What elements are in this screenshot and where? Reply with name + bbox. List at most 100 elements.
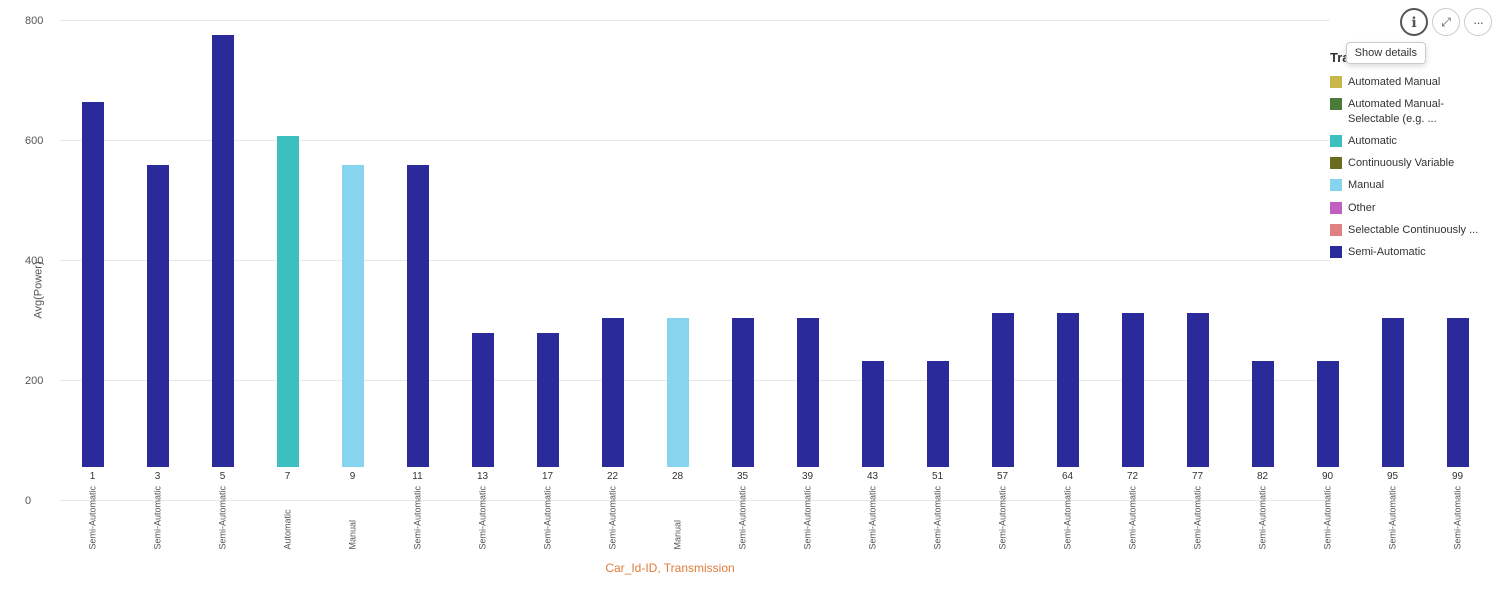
bar[interactable] (667, 318, 689, 467)
bar-id-label: 5 (220, 471, 226, 482)
info-button[interactable]: ℹ ☞ Show details (1400, 8, 1428, 36)
more-button[interactable]: ··· (1464, 8, 1492, 36)
legend-item[interactable]: Selectable Continuously ... (1330, 223, 1490, 237)
bar-id-label: 17 (542, 471, 553, 482)
y-tick-label: 800 (25, 15, 43, 27)
bar-group: 64Semi-Automatic (1035, 20, 1100, 500)
legend: Transmission Automated ManualAutomated M… (1330, 50, 1490, 268)
legend-item[interactable]: Automated Manual (1330, 75, 1490, 89)
bar[interactable] (927, 361, 949, 467)
legend-item-label: Manual (1348, 178, 1384, 192)
legend-item-label: Semi-Automatic (1348, 245, 1426, 259)
bar-group: 51Semi-Automatic (905, 20, 970, 500)
bar[interactable] (992, 313, 1014, 467)
bar[interactable] (147, 165, 169, 467)
bar[interactable] (602, 318, 624, 467)
bar-group: 13Semi-Automatic (450, 20, 515, 500)
bar[interactable] (1447, 318, 1469, 467)
bar[interactable] (212, 35, 234, 467)
bar-transmission-label: Automatic (283, 485, 293, 550)
legend-color-swatch (1330, 76, 1342, 88)
top-icons: ℹ ☞ Show details ⤢ ··· (1400, 8, 1492, 36)
legend-color-swatch (1330, 98, 1342, 110)
bar-id-label: 39 (802, 471, 813, 482)
legend-item[interactable]: Automated Manual- Selectable (e.g. ... (1330, 97, 1490, 126)
bar[interactable] (472, 333, 494, 467)
legend-item-label: Other (1348, 201, 1376, 215)
bar-id-label: 99 (1452, 471, 1463, 482)
bar[interactable] (277, 136, 299, 467)
bar[interactable] (1057, 313, 1079, 467)
bar-group: 57Semi-Automatic (970, 20, 1035, 500)
bar-group: 72Semi-Automatic (1100, 20, 1165, 500)
bar[interactable] (862, 361, 884, 467)
legend-item-label: Selectable Continuously ... (1348, 223, 1478, 237)
legend-color-swatch (1330, 246, 1342, 258)
legend-item-label: Automated Manual (1348, 75, 1440, 89)
legend-item[interactable]: Continuously Variable (1330, 156, 1490, 170)
bar[interactable] (732, 318, 754, 467)
bar[interactable] (537, 333, 559, 467)
bar-transmission-label: Manual (673, 485, 683, 550)
bar-group: 7Automatic (255, 20, 320, 500)
expand-icon: ⤢ (1441, 15, 1451, 30)
bar-group: 35Semi-Automatic (710, 20, 775, 500)
bar[interactable] (1252, 361, 1274, 467)
bars-area: 1Semi-Automatic3Semi-Automatic5Semi-Auto… (60, 20, 1330, 500)
y-tick-label: 600 (25, 135, 43, 147)
show-details-tooltip: Show details (1346, 42, 1426, 64)
legend-item[interactable]: Automatic (1330, 134, 1490, 148)
bar-group: 77Semi-Automatic (1165, 20, 1230, 500)
legend-color-swatch (1330, 224, 1342, 236)
y-tick-label: 0 (25, 495, 31, 507)
bar-id-label: 9 (350, 471, 356, 482)
bar-transmission-label: Semi-Automatic (153, 485, 163, 550)
bar-id-label: 43 (867, 471, 878, 482)
y-tick-label: 200 (25, 375, 43, 387)
bar-id-label: 95 (1387, 471, 1398, 482)
bar-id-label: 64 (1062, 471, 1073, 482)
legend-item-label: Automatic (1348, 134, 1397, 148)
bar-group: 9Manual (320, 20, 385, 500)
bar-group: 22Semi-Automatic (580, 20, 645, 500)
info-icon: ℹ (1411, 14, 1416, 31)
expand-button[interactable]: ⤢ (1432, 8, 1460, 36)
legend-item[interactable]: Manual (1330, 178, 1490, 192)
bar-id-label: 82 (1257, 471, 1268, 482)
bar-id-label: 22 (607, 471, 618, 482)
y-axis-label: Avg(Power) (33, 261, 45, 318)
bar[interactable] (1317, 361, 1339, 467)
bar-id-label: 1 (90, 471, 96, 482)
bar-transmission-label: Semi-Automatic (738, 485, 748, 550)
bar[interactable] (342, 165, 364, 467)
bar-transmission-label: Semi-Automatic (88, 485, 98, 550)
bar-transmission-label: Semi-Automatic (1128, 485, 1138, 550)
bar-transmission-label: Semi-Automatic (868, 485, 878, 550)
bar-id-label: 7 (285, 471, 291, 482)
bar-transmission-label: Manual (348, 485, 358, 550)
bar-transmission-label: Semi-Automatic (1063, 485, 1073, 550)
bar-group: 11Semi-Automatic (385, 20, 450, 500)
bar[interactable] (1187, 313, 1209, 467)
bar-group: 5Semi-Automatic (190, 20, 255, 500)
x-axis-label: Car_Id-ID, Transmission (605, 561, 734, 575)
bar[interactable] (82, 102, 104, 467)
bar[interactable] (407, 165, 429, 467)
legend-item[interactable]: Semi-Automatic (1330, 245, 1490, 259)
legend-color-swatch (1330, 202, 1342, 214)
legend-item-label: Automated Manual- Selectable (e.g. ... (1348, 97, 1490, 126)
bar-transmission-label: Semi-Automatic (1258, 485, 1268, 550)
bar-group: 39Semi-Automatic (775, 20, 840, 500)
bar[interactable] (1382, 318, 1404, 467)
bar[interactable] (797, 318, 819, 467)
legend-item[interactable]: Other (1330, 201, 1490, 215)
legend-color-swatch (1330, 179, 1342, 191)
gridline: 0 (60, 500, 1330, 501)
bar-transmission-label: Semi-Automatic (218, 485, 228, 550)
bar-transmission-label: Semi-Automatic (413, 485, 423, 550)
bar-group: 43Semi-Automatic (840, 20, 905, 500)
bar[interactable] (1122, 313, 1144, 467)
bar-id-label: 35 (737, 471, 748, 482)
bar-transmission-label: Semi-Automatic (1193, 485, 1203, 550)
bar-group: 3Semi-Automatic (125, 20, 190, 500)
